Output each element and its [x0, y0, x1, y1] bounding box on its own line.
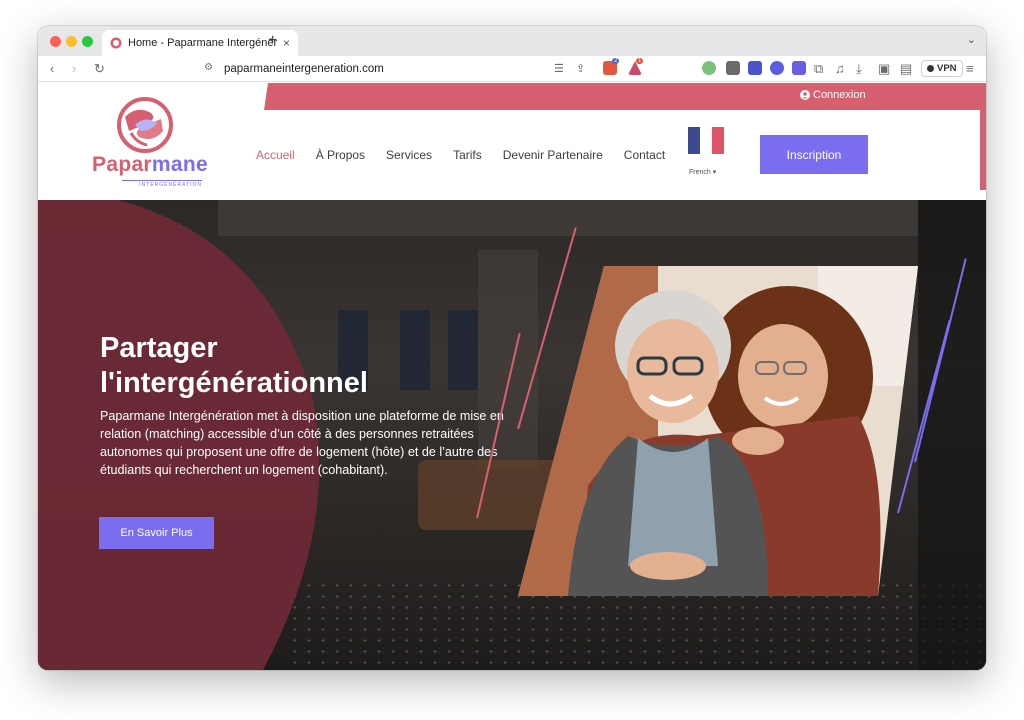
puzzle-icon[interactable]: ⧉: [814, 60, 823, 78]
connexion-link[interactable]: Connexion: [800, 89, 866, 101]
tab-close-icon[interactable]: ×: [283, 36, 290, 50]
header-accent-edge: [980, 110, 986, 190]
address-bar[interactable]: ⚙︎ paparmaneintergeneration.com: [194, 59, 614, 79]
tab-title: Home - Paparmane Intergénéra: [128, 37, 277, 49]
extension-x-icon[interactable]: [748, 61, 762, 75]
nav-accueil[interactable]: Accueil: [256, 148, 295, 162]
nav-a-propos[interactable]: À Propos: [316, 148, 365, 162]
shield-count-badge: 2: [612, 58, 620, 64]
top-bar: [268, 83, 986, 110]
url-text: paparmaneintergeneration.com: [224, 63, 384, 75]
tab-list-chevron-icon[interactable]: ⌄: [967, 33, 976, 46]
reload-icon[interactable]: ↻: [94, 60, 105, 78]
site-settings-icon[interactable]: ⚙︎: [204, 62, 213, 73]
nav-contact[interactable]: Contact: [624, 148, 665, 162]
forward-icon[interactable]: ›: [72, 60, 76, 78]
logo-subtitle: INTERGÉNÉRATION: [122, 180, 202, 188]
french-flag-icon[interactable]: [688, 127, 724, 154]
browser-window: Home - Paparmane Intergénéra × + ⌄ ‹ › ↻…: [38, 26, 986, 670]
hero-section: Partager l'intergénérationnel Paparmane …: [38, 200, 986, 670]
extension-gear-icon[interactable]: [770, 61, 784, 75]
menu-icon[interactable]: ≡: [966, 60, 974, 78]
hero-photo: [518, 266, 918, 596]
user-icon: [800, 90, 810, 100]
main-nav: Accueil À Propos Services Tarifs Devenir…: [256, 148, 665, 162]
language-selector[interactable]: French ▾: [689, 168, 716, 176]
logo-hands-icon: [117, 97, 173, 153]
extension-leaf-icon[interactable]: [702, 61, 716, 75]
site-logo[interactable]: Paparmane INTERGÉNÉRATION: [90, 95, 210, 188]
close-window-button[interactable]: [50, 36, 61, 47]
vpn-button[interactable]: VPN: [921, 60, 963, 77]
tab-bar: Home - Paparmane Intergénéra × + ⌄: [38, 26, 986, 56]
en-savoir-plus-button[interactable]: En Savoir Plus: [99, 517, 214, 549]
share-icon[interactable]: ⇪: [576, 60, 585, 78]
room-right-wall: [918, 200, 986, 670]
vpn-label: VPN: [937, 63, 957, 74]
maximize-window-button[interactable]: [82, 36, 93, 47]
site-header: Connexion Paparmane INTERGÉNÉRATION Accu…: [38, 83, 986, 200]
sidebar-icon[interactable]: ▣: [878, 60, 890, 78]
new-tab-icon[interactable]: +: [268, 32, 277, 50]
minimize-window-button[interactable]: [66, 36, 77, 47]
hero-description: Paparmane Intergénération met à disposit…: [100, 409, 504, 477]
camera-icon[interactable]: [726, 61, 740, 75]
music-icon[interactable]: ♫: [835, 60, 845, 78]
browser-toolbar: ‹ › ↻ 🔖︎ ⚙︎ paparmaneintergeneration.com…: [38, 56, 986, 82]
download-icon[interactable]: ⤓: [856, 60, 862, 78]
alert-count-badge: 1: [636, 58, 644, 64]
nav-tarifs[interactable]: Tarifs: [453, 148, 482, 162]
inscription-button[interactable]: Inscription: [760, 135, 868, 174]
web-page: Connexion Paparmane INTERGÉNÉRATION Accu…: [38, 83, 986, 670]
hero-title: Partager l'intergénérationnel: [100, 332, 368, 399]
nav-devenir-partenaire[interactable]: Devenir Partenaire: [503, 148, 603, 162]
wallet-icon[interactable]: ▤: [900, 60, 912, 78]
qr-code-icon[interactable]: [792, 61, 806, 75]
reader-mode-icon[interactable]: ☰: [554, 60, 564, 78]
nav-services[interactable]: Services: [386, 148, 432, 162]
logo-wordmark: Paparmane: [92, 153, 208, 176]
site-favicon-icon: [110, 37, 122, 49]
connexion-label: Connexion: [813, 89, 866, 101]
back-icon[interactable]: ‹: [50, 60, 54, 78]
vpn-icon: [927, 65, 934, 72]
